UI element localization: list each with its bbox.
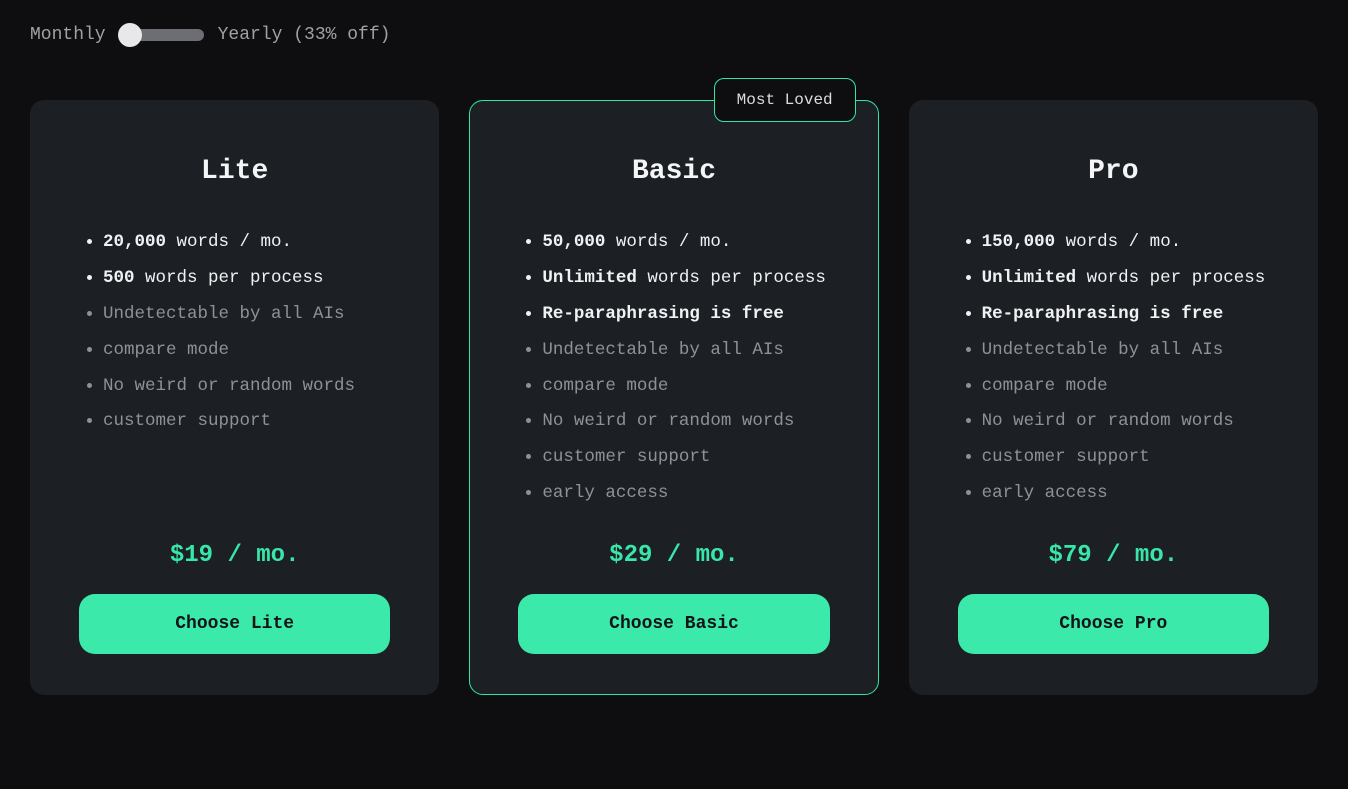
feature-item: No weird or random words: [542, 404, 829, 440]
plan-title: Lite: [79, 156, 390, 187]
feature-item: compare mode: [103, 333, 390, 369]
feature-item: Re-paraphrasing is free: [542, 297, 829, 333]
billing-toggle-row: Monthly Yearly (33% off): [30, 25, 1318, 45]
billing-toggle[interactable]: [120, 29, 204, 41]
plan-card-lite: Lite 20,000 words / mo. 500 words per pr…: [30, 100, 439, 695]
feature-item: Undetectable by all AIs: [103, 297, 390, 333]
plan-features: 20,000 words / mo. 500 words per process…: [79, 225, 390, 512]
choose-lite-button[interactable]: Choose Lite: [79, 594, 390, 654]
pricing-plans: Lite 20,000 words / mo. 500 words per pr…: [30, 100, 1318, 695]
feature-item: compare mode: [542, 369, 829, 405]
feature-item: No weird or random words: [103, 369, 390, 405]
feature-item: 50,000 words / mo.: [542, 225, 829, 261]
billing-yearly-label: Yearly (33% off): [218, 25, 391, 45]
feature-item: compare mode: [982, 369, 1269, 405]
plan-card-basic: Most Loved Basic 50,000 words / mo. Unli…: [469, 100, 878, 695]
choose-pro-button[interactable]: Choose Pro: [958, 594, 1269, 654]
feature-item: early access: [982, 476, 1269, 512]
plan-price: $29 / mo.: [518, 542, 829, 569]
feature-item: Unlimited words per process: [982, 261, 1269, 297]
feature-item: customer support: [982, 440, 1269, 476]
feature-item: customer support: [103, 404, 390, 440]
feature-item: Unlimited words per process: [542, 261, 829, 297]
most-loved-badge: Most Loved: [714, 78, 856, 122]
feature-item: 500 words per process: [103, 261, 390, 297]
plan-card-pro: Pro 150,000 words / mo. Unlimited words …: [909, 100, 1318, 695]
feature-item: 150,000 words / mo.: [982, 225, 1269, 261]
choose-basic-button[interactable]: Choose Basic: [518, 594, 829, 654]
feature-item: Undetectable by all AIs: [542, 333, 829, 369]
feature-item: 20,000 words / mo.: [103, 225, 390, 261]
plan-title: Pro: [958, 156, 1269, 187]
plan-price: $19 / mo.: [79, 542, 390, 569]
billing-monthly-label: Monthly: [30, 25, 106, 45]
plan-title: Basic: [518, 156, 829, 187]
plan-price: $79 / mo.: [958, 542, 1269, 569]
feature-item: Re-paraphrasing is free: [982, 297, 1269, 333]
feature-item: No weird or random words: [982, 404, 1269, 440]
plan-features: 150,000 words / mo. Unlimited words per …: [958, 225, 1269, 512]
billing-toggle-thumb: [118, 23, 142, 47]
feature-item: early access: [542, 476, 829, 512]
feature-item: customer support: [542, 440, 829, 476]
plan-features: 50,000 words / mo. Unlimited words per p…: [518, 225, 829, 512]
feature-item: Undetectable by all AIs: [982, 333, 1269, 369]
